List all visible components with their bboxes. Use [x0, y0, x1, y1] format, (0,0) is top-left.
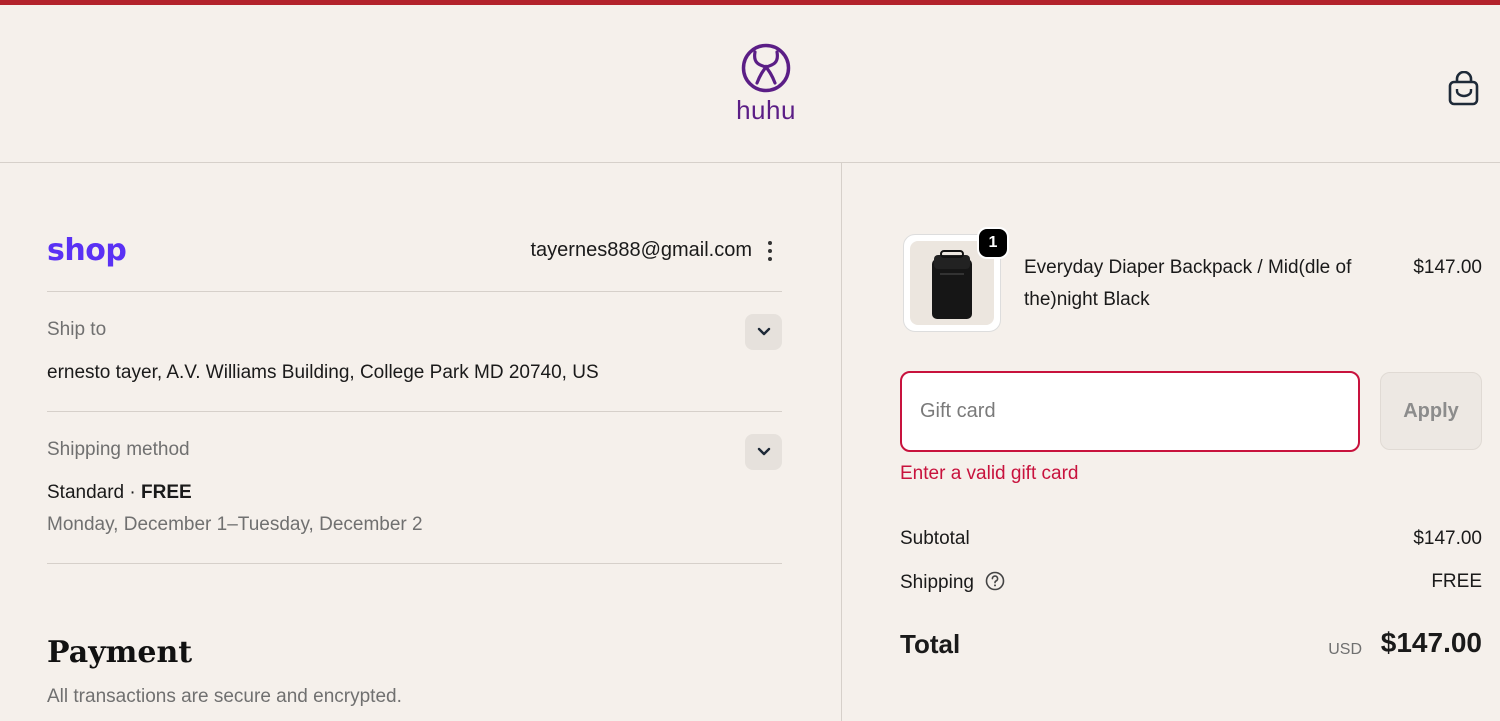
- shipping-method-value: Standard · FREE: [47, 482, 192, 504]
- divider: [47, 291, 782, 292]
- chevron-down-icon: [757, 447, 770, 456]
- chevron-down-icon: [757, 327, 770, 336]
- shipping-value: FREE: [1431, 571, 1482, 592]
- help-icon[interactable]: [985, 571, 1005, 597]
- ship-to-label: Ship to: [47, 319, 107, 340]
- shipping-method-name: Standard: [47, 482, 125, 503]
- site-header: huhu: [0, 5, 1500, 163]
- order-summary: 1 Everyday Diaper Backpack / Mid(dle of …: [900, 163, 1482, 721]
- column-divider: [841, 163, 842, 721]
- divider: [47, 411, 782, 412]
- ship-to-expand-button[interactable]: [745, 314, 782, 350]
- shop-pay-logo: shop: [47, 233, 127, 268]
- shipping-method-label: Shipping method: [47, 439, 190, 460]
- divider: [47, 563, 782, 564]
- checkout-main: shop tayernes888@gmail.com Ship to ernes…: [47, 163, 782, 721]
- currency-code: USD: [1328, 641, 1362, 658]
- subtotal-label: Subtotal: [900, 528, 970, 549]
- shipping-method-price: FREE: [141, 482, 192, 503]
- product-price: $147.00: [1413, 257, 1482, 278]
- kebab-icon[interactable]: [758, 237, 782, 267]
- separator: ·: [129, 482, 136, 503]
- brand-mark-icon: [741, 43, 791, 93]
- account-email: tayernes888@gmail.com: [530, 239, 752, 261]
- quantity-badge: 1: [977, 227, 1009, 259]
- shopping-bag-icon[interactable]: [1447, 70, 1481, 107]
- shipping-summary-label: Shipping: [900, 571, 1005, 597]
- product-name: Everyday Diaper Backpack / Mid(dle of th…: [1024, 257, 1352, 310]
- apply-button[interactable]: Apply: [1380, 372, 1482, 450]
- gift-card-input[interactable]: [900, 371, 1360, 452]
- subtotal-value: $147.00: [1413, 528, 1482, 549]
- delivery-estimate: Monday, December 1–Tuesday, December 2: [47, 514, 423, 535]
- total-label: Total: [900, 629, 961, 659]
- payment-subtitle: All transactions are secure and encrypte…: [47, 686, 402, 707]
- shipping-method-expand-button[interactable]: [745, 434, 782, 470]
- ship-to-address: ernesto tayer, A.V. Williams Building, C…: [47, 362, 599, 383]
- gift-card-error: Enter a valid gift card: [900, 463, 1079, 484]
- product-thumbnail: 1: [903, 227, 1009, 332]
- brand-name: huhu: [736, 95, 796, 125]
- total-value: $147.00: [1380, 627, 1482, 658]
- payment-heading: Payment: [47, 635, 193, 670]
- shipping-label: Shipping: [900, 572, 974, 593]
- brand-logo[interactable]: huhu: [731, 43, 801, 133]
